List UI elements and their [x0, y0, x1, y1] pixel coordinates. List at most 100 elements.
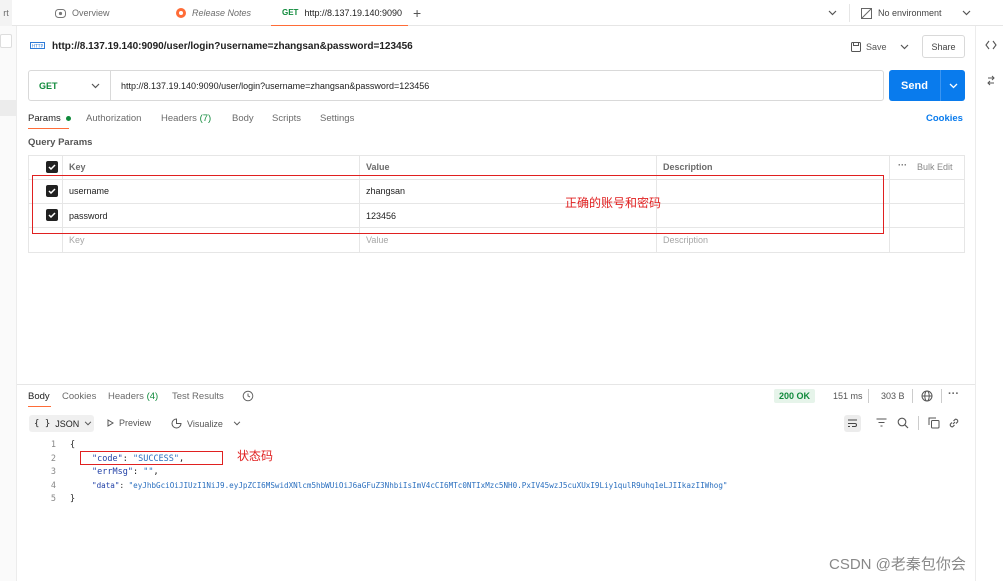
- tab-active-request[interactable]: GET http://8.137.19.140:9090: [271, 0, 408, 26]
- format-select[interactable]: { } JSON: [29, 415, 94, 432]
- json-key: "data": [92, 481, 120, 490]
- chevron-down-icon[interactable]: [233, 421, 241, 426]
- response-time[interactable]: 151 ms: [833, 391, 863, 401]
- tab-params[interactable]: Params: [28, 113, 72, 124]
- save-label: Save: [866, 41, 887, 52]
- tab-partial[interactable]: rt: [0, 0, 12, 26]
- related-icon[interactable]: [986, 75, 996, 86]
- braces-icon: { }: [34, 418, 51, 429]
- method-label: GET: [39, 80, 58, 91]
- status-badge[interactable]: 200 OK: [774, 389, 816, 403]
- chevron-down-icon[interactable]: [900, 44, 909, 50]
- tab-url: http://8.137.19.140:9090: [304, 7, 403, 18]
- divider: [868, 389, 869, 403]
- key-placeholder[interactable]: Key: [69, 235, 85, 245]
- json-value: "eyJhbGciOiJIUzI1NiJ9.eyJpZCI6MSwidXNlcm…: [128, 481, 728, 490]
- divider: [849, 4, 850, 22]
- filter-icon[interactable]: [876, 418, 887, 427]
- chevron-down-icon: [84, 421, 92, 426]
- wrap-lines-icon[interactable]: [844, 415, 861, 432]
- divider: [941, 389, 942, 403]
- divider: [912, 389, 913, 403]
- right-sidebar: [975, 26, 1003, 581]
- query-params-title: Query Params: [28, 137, 93, 148]
- overview-icon: [55, 8, 66, 18]
- annotation-label: 正确的账号和密码: [565, 196, 662, 210]
- tab-body[interactable]: Body: [232, 113, 254, 124]
- tab-release-notes[interactable]: Release Notes: [176, 0, 251, 26]
- send-button[interactable]: Send: [889, 70, 965, 101]
- response-tab-body[interactable]: Body: [28, 391, 50, 402]
- method-select[interactable]: GET: [29, 71, 111, 100]
- tab-overview[interactable]: Overview: [55, 0, 110, 26]
- request-bar: GET http://8.137.19.140:9090/user/login?…: [28, 70, 884, 101]
- line-number: 4: [50, 481, 56, 491]
- active-tab-indicator: [28, 406, 51, 407]
- share-button[interactable]: Share: [922, 35, 965, 58]
- tab-headers-label: Headers: [161, 113, 197, 124]
- tab-headers[interactable]: Headers (7): [161, 113, 211, 124]
- column-header-value: Value: [366, 162, 390, 172]
- preview-label: Preview: [119, 418, 152, 428]
- code-line: "data": "eyJhbGciOiJIUzI1NiJ9.eyJpZCI6MS…: [92, 481, 728, 490]
- select-all-checkbox[interactable]: [46, 161, 58, 173]
- code-line: }: [70, 494, 76, 504]
- no-environment-icon: [861, 7, 872, 19]
- response-tab-cookies[interactable]: Cookies: [62, 391, 96, 402]
- sidebar-control[interactable]: [0, 34, 12, 48]
- tab-authorization[interactable]: Authorization: [86, 113, 141, 124]
- response-tab-headers[interactable]: Headers (4): [108, 391, 158, 402]
- svg-text:HTTP: HTTP: [32, 43, 44, 49]
- tabs-dropdown-button[interactable]: [828, 0, 837, 26]
- tab-settings[interactable]: Settings: [320, 113, 354, 124]
- more-options-icon[interactable]: ···: [948, 388, 959, 400]
- chevron-down-icon: [828, 10, 837, 16]
- bulk-edit-button[interactable]: Bulk Edit: [917, 162, 953, 172]
- column-header-key: Key: [69, 162, 86, 172]
- visualize-label: Visualize: [187, 418, 223, 429]
- tab-scripts[interactable]: Scripts: [272, 113, 301, 124]
- format-label: JSON: [55, 418, 80, 429]
- json-key: "errMsg": [92, 467, 133, 477]
- response-tab-test-results[interactable]: Test Results: [172, 391, 224, 402]
- more-options-icon[interactable]: ···: [898, 160, 907, 170]
- tab-overview-label: Overview: [72, 8, 110, 18]
- tab-params-label: Params: [28, 113, 61, 124]
- url-input[interactable]: http://8.137.19.140:9090/user/login?user…: [111, 71, 429, 100]
- release-notes-icon: [176, 8, 186, 18]
- send-label: Send: [901, 79, 928, 92]
- left-sidebar-edge: [0, 26, 17, 581]
- value-placeholder[interactable]: Value: [366, 235, 388, 245]
- save-button[interactable]: Save: [851, 36, 909, 57]
- response-tab-headers-count: (4): [146, 391, 159, 402]
- request-title[interactable]: http://8.137.19.140:9090/user/login?user…: [52, 41, 413, 52]
- annotation-label: 状态码: [237, 449, 274, 463]
- chevron-down-icon[interactable]: [941, 83, 965, 89]
- preview-button[interactable]: Preview: [107, 418, 151, 428]
- http-request-icon: HTTP: [30, 39, 45, 52]
- copy-icon[interactable]: [928, 417, 940, 429]
- line-number: 2: [50, 454, 56, 464]
- environment-label: No environment: [878, 8, 942, 18]
- code-line: {: [70, 440, 76, 450]
- environment-selector[interactable]: No environment: [861, 0, 971, 26]
- response-size[interactable]: 303 B: [881, 391, 905, 401]
- visualize-button[interactable]: Visualize: [171, 418, 241, 429]
- search-icon[interactable]: [897, 417, 909, 429]
- tab-headers-count: (7): [199, 113, 212, 124]
- save-icon: [851, 41, 861, 52]
- play-icon: [107, 419, 114, 427]
- tab-release-notes-label: Release Notes: [192, 8, 252, 18]
- sidebar-selected-item[interactable]: [0, 100, 16, 116]
- globe-icon[interactable]: [921, 390, 933, 402]
- annotation-box: [80, 451, 223, 465]
- cookies-link[interactable]: Cookies: [926, 113, 963, 124]
- code-icon[interactable]: [985, 40, 997, 50]
- pane-divider[interactable]: [17, 384, 975, 385]
- description-placeholder[interactable]: Description: [663, 235, 708, 245]
- history-icon[interactable]: [242, 390, 254, 402]
- watermark: CSDN @老秦包你会: [829, 556, 966, 573]
- plus-icon: +: [413, 5, 422, 21]
- link-icon[interactable]: [948, 417, 960, 429]
- new-tab-button[interactable]: +: [413, 0, 421, 26]
